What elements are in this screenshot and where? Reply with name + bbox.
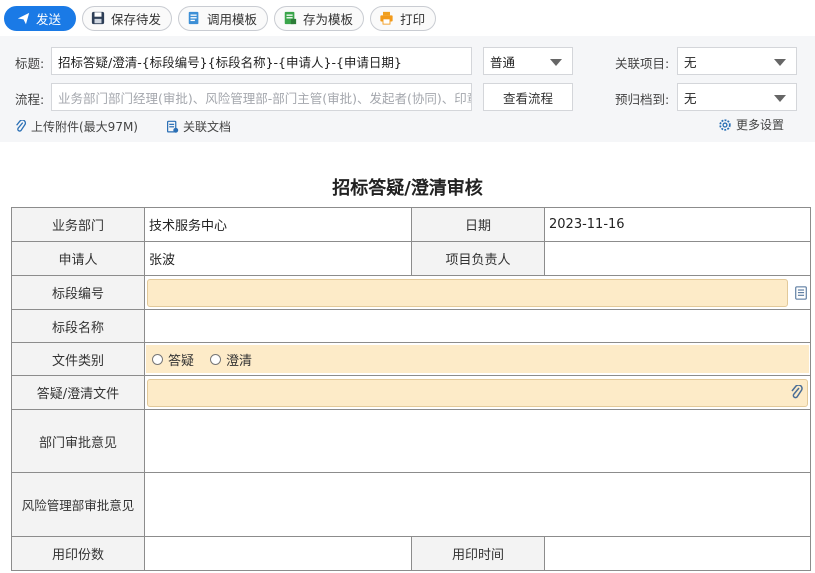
chevron-down-icon — [774, 59, 786, 66]
dept-label: 业务部门 — [11, 207, 145, 242]
send-icon — [17, 12, 30, 24]
related-document-link[interactable]: 关联文档 — [166, 118, 231, 135]
seal-count-input[interactable] — [144, 536, 412, 571]
use-template-button[interactable]: 调用模板 — [178, 5, 269, 31]
flow-input[interactable]: 业务部门部门经理(审批)、风险管理部-部门主管(审批)、发起者(协同)、印章管 — [51, 83, 472, 111]
upload-attachment-link[interactable]: 上传附件(最大97M) — [15, 118, 138, 135]
file-type-cell: 答疑 澄清 — [144, 342, 811, 376]
radio-option-qa[interactable]: 答疑 — [152, 350, 194, 369]
print-label: 打印 — [400, 11, 426, 27]
save-template-button[interactable]: 存为模板 — [274, 5, 365, 31]
toolbar: 发送 保存待发 调用模板 存为模板 打印 — [0, 0, 815, 36]
related-document-label: 关联文档 — [183, 120, 232, 134]
file-type-label: 文件类别 — [11, 342, 145, 376]
project-manager-value — [544, 241, 811, 276]
related-project-value: 无 — [684, 54, 697, 70]
project-manager-label: 项目负责人 — [411, 241, 545, 276]
save-icon — [91, 11, 105, 25]
view-flow-button[interactable]: 查看流程 — [483, 83, 573, 111]
date-value: 2023-11-16 — [544, 207, 811, 242]
save-template-icon — [284, 11, 297, 25]
dept-opinion-label: 部门审批意见 — [11, 409, 145, 473]
paperclip-icon[interactable] — [791, 384, 803, 401]
archive-select[interactable]: 无 — [677, 83, 797, 111]
radio-label-qa: 答疑 — [168, 353, 195, 369]
file-upload-field[interactable] — [147, 378, 808, 407]
radio-circle-icon — [210, 353, 222, 365]
priority-value: 普通 — [490, 54, 516, 70]
chevron-down-icon — [774, 95, 786, 102]
risk-opinion-label: 风险管理部审批意见 — [11, 472, 145, 537]
gear-icon — [719, 118, 731, 131]
archive-label: 预归档到: — [615, 92, 670, 107]
section-name-label: 标段名称 — [11, 309, 145, 343]
print-button[interactable]: 打印 — [370, 5, 437, 31]
applicant-value: 张波 — [144, 241, 412, 276]
seal-count-label: 用印份数 — [11, 536, 145, 571]
applicant-label: 申请人 — [11, 241, 145, 276]
use-template-label: 调用模板 — [207, 11, 258, 27]
dept-value: 技术服务中心 — [144, 207, 412, 242]
save-template-label: 存为模板 — [303, 11, 354, 27]
send-label: 发送 — [36, 11, 62, 27]
chevron-down-icon — [550, 59, 562, 66]
file-upload-cell — [144, 375, 811, 410]
title-label: 标题: — [15, 56, 45, 71]
document-link-icon — [167, 120, 179, 133]
related-project-label: 关联项目: — [615, 56, 670, 71]
dept-opinion-field[interactable] — [144, 409, 811, 473]
priority-select[interactable]: 普通 — [483, 47, 573, 75]
header-settings: 标题: 招标答疑/澄清-{标段编号}{标段名称}-{申请人}-{申请日期} 普通… — [0, 36, 815, 142]
send-button[interactable]: 发送 — [4, 5, 77, 31]
title-input[interactable]: 招标答疑/澄清-{标段编号}{标段名称}-{申请人}-{申请日期} — [51, 47, 472, 75]
section-name-input[interactable] — [144, 309, 811, 343]
date-label: 日期 — [411, 207, 545, 242]
radio-option-clarify[interactable]: 澄清 — [210, 350, 252, 369]
seal-time-label: 用印时间 — [411, 536, 545, 571]
file-upload-label: 答疑/澄清文件 — [11, 375, 145, 410]
upload-attachment-label: 上传附件(最大97M) — [31, 120, 138, 134]
risk-opinion-field[interactable] — [144, 472, 811, 537]
list-picker-icon[interactable] — [794, 285, 808, 300]
section-number-cell — [144, 275, 811, 310]
more-settings-label: 更多设置 — [736, 118, 785, 132]
file-type-radio-group: 答疑 澄清 — [146, 345, 809, 373]
form-title: 招标答疑/澄清审核 — [332, 178, 483, 199]
section-number-label: 标段编号 — [11, 275, 145, 310]
archive-value: 无 — [684, 90, 697, 106]
save-draft-label: 保存待发 — [111, 11, 162, 27]
flow-label: 流程: — [15, 92, 45, 107]
seal-time-input[interactable] — [544, 536, 811, 571]
approval-form-table: 业务部门 技术服务中心 日期 2023-11-16 申请人 张波 项目负责人 标… — [11, 207, 811, 571]
section-number-input[interactable] — [147, 278, 788, 307]
template-icon — [188, 11, 199, 25]
paperclip-icon — [16, 119, 27, 132]
related-project-select[interactable]: 无 — [677, 47, 797, 75]
radio-label-clarify: 澄清 — [226, 353, 253, 369]
printer-icon — [380, 11, 393, 25]
radio-circle-icon — [152, 353, 163, 365]
save-draft-button[interactable]: 保存待发 — [82, 5, 173, 31]
more-settings-link[interactable]: 更多设置 — [718, 116, 784, 133]
